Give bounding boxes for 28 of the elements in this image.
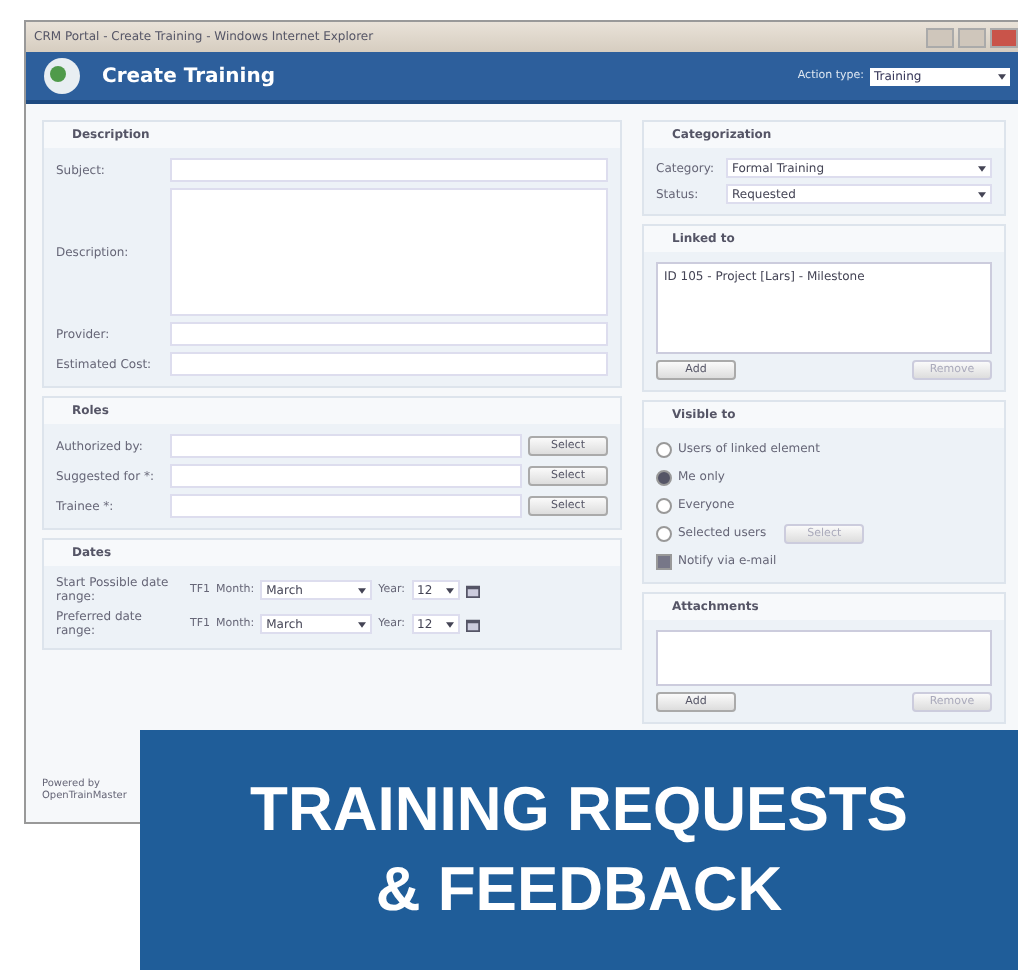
minimize-icon[interactable] (926, 27, 954, 47)
input-field[interactable] (170, 434, 522, 458)
input-field[interactable] (170, 322, 608, 346)
input-field[interactable] (170, 494, 522, 518)
maximize-icon[interactable] (958, 27, 986, 47)
calendar-icon[interactable] (465, 583, 480, 597)
radio-button[interactable] (656, 497, 672, 513)
radio-button[interactable] (656, 441, 672, 457)
calendar-icon[interactable] (465, 617, 480, 631)
close-icon[interactable] (990, 27, 1018, 47)
checkbox[interactable] (656, 553, 672, 569)
page-title: Create Training (102, 65, 275, 87)
logo-icon (42, 56, 82, 96)
radio-button[interactable] (656, 525, 672, 541)
input-field[interactable] (170, 352, 608, 376)
banner-text: & FEEDBACK (375, 854, 783, 926)
radio-button[interactable] (656, 469, 672, 485)
input-field[interactable] (170, 464, 522, 488)
caret-icon (978, 165, 986, 171)
caret-icon (998, 73, 1006, 79)
caret-icon (445, 621, 454, 627)
text-area[interactable] (170, 188, 608, 316)
banner-text: TRAINING REQUESTS (250, 774, 908, 846)
input-field[interactable] (170, 158, 608, 182)
caret-icon (358, 621, 367, 627)
caret-icon (978, 191, 986, 197)
caret-icon (445, 587, 454, 593)
caret-icon (358, 587, 367, 593)
